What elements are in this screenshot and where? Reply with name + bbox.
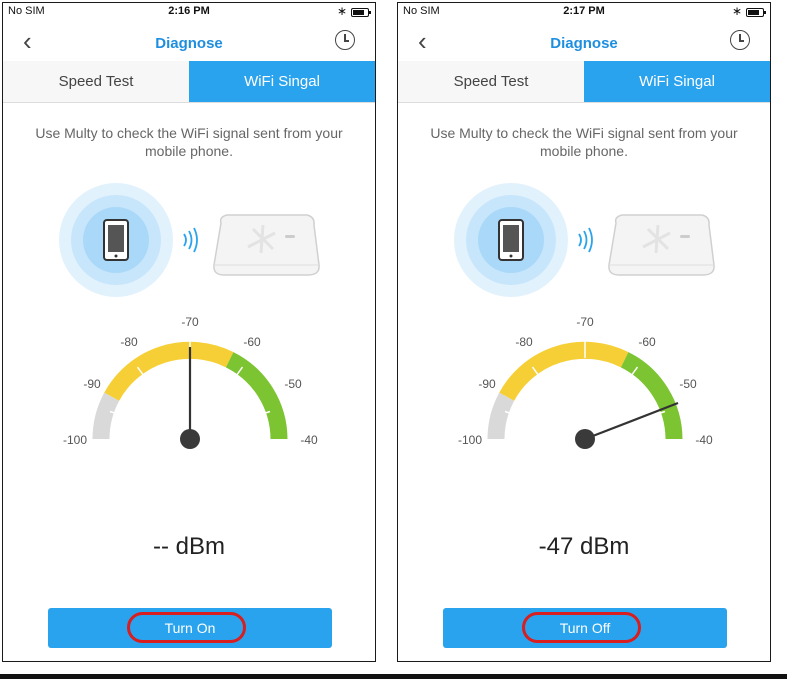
gauge-label: -40 xyxy=(300,433,318,447)
gauge-label: -90 xyxy=(478,377,496,391)
signal-reading: -47 dBm xyxy=(538,533,630,560)
gauge-label: -100 xyxy=(63,433,87,447)
signal-graphic: -100 -90 -80 -70 -60 -50 -40 xyxy=(454,183,715,449)
gauge-label: -70 xyxy=(181,315,199,329)
signal-gauge: -100 -90 -80 -70 -60 -50 -40 xyxy=(63,315,318,449)
gauge-label: -40 xyxy=(695,433,713,447)
gauge-hub xyxy=(180,429,200,449)
gauge-label: -80 xyxy=(515,335,533,349)
turn-on-label: Turn On xyxy=(164,620,216,636)
router-device-icon xyxy=(213,214,320,276)
gauge-label: -100 xyxy=(458,433,482,447)
phone-signal-icon xyxy=(59,183,173,297)
phone-screen-left: No SIM 2:16 PM ∗ ‹ Diagnose Speed Test W… xyxy=(2,2,376,662)
gauge-label: -60 xyxy=(243,335,261,349)
wifi-waves-icon xyxy=(578,227,593,253)
gauge-label: -50 xyxy=(284,377,302,391)
signal-reading: -- dBm xyxy=(153,533,225,560)
phone-signal-icon xyxy=(454,183,568,297)
phone-screen-right: No SIM 2:17 PM ∗ ‹ Diagnose Speed Test W… xyxy=(397,2,771,662)
turn-off-label: Turn Off xyxy=(559,620,611,636)
gauge-label: -50 xyxy=(679,377,697,391)
turn-on-button[interactable]: Turn On xyxy=(48,608,332,648)
signal-gauge: -100 -90 -80 -70 -60 -50 -40 xyxy=(458,315,713,449)
router-device-icon xyxy=(608,214,715,276)
gauge-label: -60 xyxy=(638,335,656,349)
bottom-divider xyxy=(0,674,787,679)
wifi-waves-icon xyxy=(183,227,198,253)
turn-off-button[interactable]: Turn Off xyxy=(443,608,727,648)
gauge-label: -80 xyxy=(120,335,138,349)
gauge-label: -90 xyxy=(83,377,101,391)
gauge-hub xyxy=(575,429,595,449)
signal-graphic: -100 -90 -80 -70 -60 -50 -40 xyxy=(59,183,320,449)
gauge-label: -70 xyxy=(576,315,594,329)
